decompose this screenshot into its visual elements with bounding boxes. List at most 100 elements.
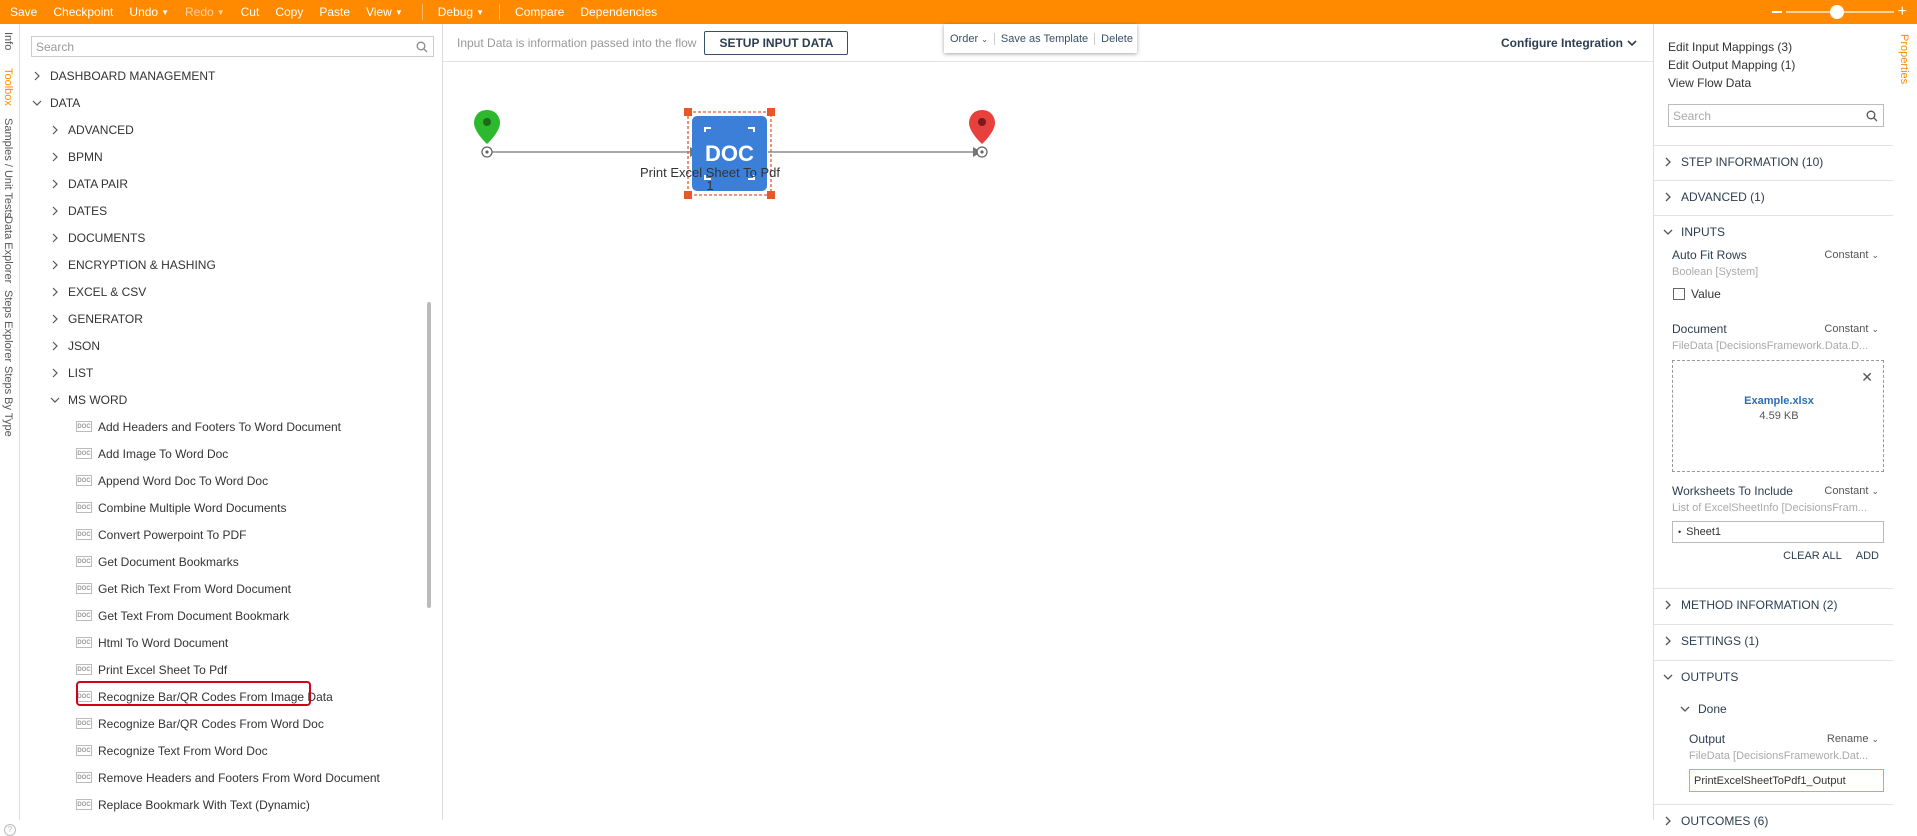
- section-advanced[interactable]: ADVANCED (1): [1654, 180, 1894, 212]
- section-step-information[interactable]: STEP INFORMATION (10): [1654, 145, 1894, 177]
- resize-handle[interactable]: [684, 108, 692, 116]
- tree-step-item[interactable]: DOC Recognize Text From Word Doc: [20, 737, 430, 764]
- tree-step-item[interactable]: DOC Get Text From Document Bookmark: [20, 602, 430, 629]
- zoom-slider[interactable]: [1785, 5, 1894, 19]
- tree-step-item[interactable]: DOC Get Rich Text From Word Document: [20, 575, 430, 602]
- zoom-out-icon[interactable]: [1771, 11, 1782, 13]
- tree-folder[interactable]: JSON: [20, 332, 430, 359]
- edit-input-mappings-link[interactable]: Edit Input Mappings (3): [1668, 40, 1792, 54]
- tab-samples-unit-tests[interactable]: Samples / Unit Tests: [2, 118, 14, 218]
- tree-step-item[interactable]: DOC Combine Multiple Word Documents: [20, 494, 430, 521]
- order-menu-item[interactable]: Order ⌄: [944, 32, 995, 45]
- tree-folder[interactable]: EXCEL & CSV: [20, 278, 430, 305]
- start-node[interactable]: [474, 110, 500, 158]
- document-mode[interactable]: Constant ⌄: [1824, 323, 1879, 335]
- tree-folder[interactable]: DATA PAIR: [20, 170, 430, 197]
- copy-button[interactable]: Copy: [269, 0, 309, 24]
- tab-data-explorer[interactable]: Data Explorer: [2, 216, 14, 283]
- tree-folder[interactable]: DATES: [20, 197, 430, 224]
- tree-step-item[interactable]: DOC Convert Powerpoint To PDF: [20, 521, 430, 548]
- cut-button[interactable]: Cut: [235, 0, 266, 24]
- auto-fit-rows-value[interactable]: Value: [1673, 287, 1721, 301]
- tab-steps-explorer[interactable]: Steps Explorer: [2, 290, 14, 362]
- dependencies-button[interactable]: Dependencies: [574, 0, 663, 24]
- tree-step-item[interactable]: DOC Print Excel Sheet To Pdf: [20, 656, 430, 683]
- tab-steps-by-type[interactable]: Steps By Type: [2, 366, 14, 437]
- tree-folder[interactable]: DASHBOARD MANAGEMENT: [20, 62, 430, 89]
- tree-item-label: Replace Bookmark With Text (Dynamic): [98, 797, 310, 812]
- tree-folder[interactable]: GENERATOR: [20, 305, 430, 332]
- debug-button[interactable]: Debug ▼: [432, 0, 490, 24]
- output-path-done[interactable]: Done: [1680, 702, 1727, 716]
- tree-folder[interactable]: BPMN: [20, 143, 430, 170]
- section-inputs[interactable]: INPUTS: [1654, 215, 1894, 247]
- zoom-control: +: [1771, 0, 1907, 24]
- clear-all-button[interactable]: CLEAR ALL: [1783, 550, 1842, 562]
- tree-step-item[interactable]: DOC Replace Bookmark With Text (Dynamic): [20, 791, 430, 818]
- step-label[interactable]: Print Excel Sheet To Pdf 1: [640, 166, 780, 192]
- tree-step-item[interactable]: DOC Append Word Doc To Word Doc: [20, 467, 430, 494]
- undo-button[interactable]: Undo ▼: [123, 0, 175, 24]
- properties-panel: Edit Input Mappings (3) Edit Output Mapp…: [1653, 24, 1894, 828]
- file-name-link[interactable]: Example.xlsx: [1673, 395, 1885, 407]
- checkpoint-button[interactable]: Checkpoint: [47, 0, 119, 24]
- resize-handle[interactable]: [767, 108, 775, 116]
- section-method-information[interactable]: METHOD INFORMATION (2): [1654, 588, 1894, 620]
- auto-fit-rows-mode[interactable]: Constant ⌄: [1824, 249, 1879, 261]
- zoom-slider-thumb[interactable]: [1829, 5, 1844, 19]
- paste-button[interactable]: Paste: [313, 0, 356, 24]
- view-button[interactable]: View ▼: [360, 0, 409, 24]
- value-checkbox[interactable]: [1673, 288, 1685, 300]
- help-icon[interactable]: ?: [4, 824, 16, 836]
- tree-step-item[interactable]: DOC Html To Word Document: [20, 629, 430, 656]
- worksheet-list-item[interactable]: • Sheet1: [1672, 521, 1884, 543]
- zoom-in-icon[interactable]: +: [1898, 4, 1907, 20]
- output-name-input[interactable]: [1689, 769, 1884, 792]
- tree-step-item[interactable]: DOC Add Image To Word Doc: [20, 440, 430, 467]
- section-settings[interactable]: SETTINGS (1): [1654, 624, 1894, 656]
- edit-output-mapping-link[interactable]: Edit Output Mapping (1): [1668, 58, 1795, 72]
- view-flow-data-link[interactable]: View Flow Data: [1668, 76, 1751, 90]
- tree-item-label: Remove Headers and Footers From Word Doc…: [98, 770, 380, 785]
- toolbox-search-input[interactable]: [36, 39, 406, 54]
- properties-search-input[interactable]: [1673, 108, 1853, 123]
- document-file-dropzone[interactable]: ✕ Example.xlsx 4.59 KB: [1672, 360, 1884, 472]
- tree-folder[interactable]: ENCRYPTION & HASHING: [20, 251, 430, 278]
- search-icon[interactable]: [416, 41, 428, 53]
- tree-folder[interactable]: LIST: [20, 359, 430, 386]
- tree-step-item[interactable]: DOC Add Headers and Footers To Word Docum…: [20, 413, 430, 440]
- chevron-down-icon: ▼: [394, 7, 403, 17]
- tree-step-item[interactable]: DOC Recognize Bar/QR Codes From Word Doc: [20, 710, 430, 737]
- configure-integration-button[interactable]: Configure Integration: [1501, 36, 1637, 50]
- tree-folder[interactable]: ADVANCED: [20, 116, 430, 143]
- tab-info[interactable]: Info: [2, 32, 14, 50]
- tree-step-item[interactable]: DOC Get Document Bookmarks: [20, 548, 430, 575]
- resize-handle[interactable]: [684, 191, 692, 199]
- worksheets-mode[interactable]: Constant ⌄: [1824, 485, 1879, 497]
- doc-step-icon: DOC: [76, 448, 92, 459]
- section-outcomes[interactable]: OUTCOMES (6): [1654, 804, 1894, 836]
- debug-label: Debug: [437, 5, 474, 19]
- search-icon[interactable]: [1866, 110, 1878, 122]
- tree-folder[interactable]: DOCUMENTS: [20, 224, 430, 251]
- redo-button[interactable]: Redo ▼: [179, 0, 231, 24]
- delete-menu-item[interactable]: Delete: [1095, 33, 1139, 45]
- toolbox-scrollbar[interactable]: [427, 302, 431, 608]
- save-button[interactable]: Save: [4, 0, 43, 24]
- tree-folder[interactable]: DATA: [20, 89, 430, 116]
- save-as-template-menu-item[interactable]: Save as Template: [995, 32, 1096, 45]
- tree-folder[interactable]: MS WORD: [20, 386, 430, 413]
- section-outputs[interactable]: OUTPUTS: [1654, 660, 1894, 692]
- setup-input-data-button[interactable]: SETUP INPUT DATA: [704, 30, 849, 55]
- tree-step-item[interactable]: DOC Remove Headers and Footers From Word …: [20, 764, 430, 791]
- chevron-down-icon: ⌄: [1871, 733, 1879, 744]
- tab-properties[interactable]: Properties: [1898, 34, 1910, 84]
- close-icon[interactable]: ✕: [1861, 369, 1873, 386]
- resize-handle[interactable]: [767, 191, 775, 199]
- end-node[interactable]: [969, 110, 995, 158]
- compare-button[interactable]: Compare: [509, 0, 570, 24]
- add-button[interactable]: ADD: [1856, 550, 1879, 562]
- flow-canvas[interactable]: Input Data is information passed into th…: [443, 24, 1653, 820]
- output-rename-mode[interactable]: Rename ⌄: [1827, 733, 1879, 745]
- tab-toolbox[interactable]: Toolbox: [2, 68, 14, 106]
